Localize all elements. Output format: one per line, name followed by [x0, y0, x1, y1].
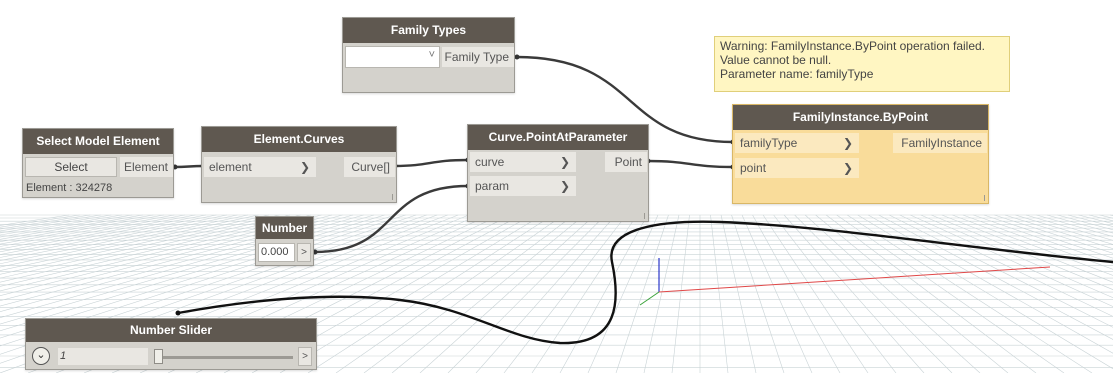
port-label: element — [209, 160, 252, 174]
output-port-element[interactable]: Element — [120, 157, 173, 177]
port-label: curve — [475, 155, 505, 169]
warning-line-3: Parameter name: familyType — [720, 67, 874, 81]
output-port-point[interactable]: Point — [605, 152, 647, 172]
node-title: Element.Curves — [202, 127, 396, 152]
warning-line-2: Value cannot be null. — [720, 53, 832, 67]
element-id-status: Element : 324278 — [26, 182, 113, 194]
node-curve-point-at-parameter[interactable]: Curve.PointAtParameter curve ❯ param ❯ P… — [467, 124, 649, 222]
chevron-right-icon: ❯ — [299, 160, 310, 174]
input-port-familytype[interactable]: familyType ❯ — [735, 133, 859, 153]
slider-thumb[interactable] — [154, 349, 163, 364]
port-label: familyType — [740, 136, 798, 150]
chevron-right-icon: ❯ — [842, 136, 853, 150]
chevron-down-icon: ˅ — [428, 49, 435, 61]
expand-icon[interactable]: ⌄ — [32, 347, 50, 365]
node-title: Family Types — [343, 18, 514, 43]
output-port-family-type[interactable]: Family Type — [442, 47, 514, 67]
node-element-curves[interactable]: Element.Curves element ❯ Curve[] — [201, 126, 397, 203]
node-number-slider[interactable]: Number Slider ⌄ 1 > — [25, 318, 317, 370]
model-curve-start-point — [175, 310, 181, 316]
node-title: Select Model Element — [23, 129, 173, 154]
graph-canvas[interactable]: Family Types ˅ Family Type Warning: Fami… — [0, 0, 1113, 373]
slider-track[interactable] — [158, 356, 293, 359]
node-title: Curve.PointAtParameter — [468, 125, 648, 150]
number-value-field[interactable]: 0.000 — [258, 243, 295, 262]
chevron-right-icon: ❯ — [842, 161, 853, 175]
node-number[interactable]: Number 0.000 > — [255, 216, 314, 266]
number-output-port[interactable]: > — [297, 243, 311, 262]
resize-handle[interactable] — [644, 213, 645, 219]
input-port-param[interactable]: param ❯ — [470, 176, 576, 196]
node-title: Number — [256, 217, 313, 239]
chevron-right-icon: ❯ — [559, 179, 570, 193]
node-family-instance-by-point[interactable]: FamilyInstance.ByPoint familyType ❯ poin… — [732, 104, 989, 204]
port-label: point — [740, 161, 767, 175]
wire-curves — [394, 158, 469, 168]
warning-line-1: Warning: FamilyInstance.ByPoint operatio… — [720, 39, 986, 53]
input-port-point[interactable]: point ❯ — [735, 158, 859, 178]
input-port-curve[interactable]: curve ❯ — [470, 152, 576, 172]
select-button[interactable]: Select — [25, 157, 117, 177]
family-type-dropdown[interactable]: ˅ — [345, 46, 440, 68]
wire-point — [647, 159, 734, 169]
resize-handle[interactable] — [392, 194, 393, 200]
output-port-curves[interactable]: Curve[] — [344, 157, 395, 177]
axis-y — [639, 291, 660, 306]
warning-tooltip: Warning: FamilyInstance.ByPoint operatio… — [714, 36, 1010, 92]
slider-output-port[interactable]: > — [298, 347, 312, 366]
wire-element — [174, 164, 204, 169]
slider-value-field[interactable]: 1 — [57, 347, 149, 366]
chevron-right-icon: ❯ — [559, 155, 570, 169]
node-title: Number Slider — [26, 319, 316, 342]
output-port-family-instance[interactable]: FamilyInstance — [893, 133, 987, 153]
node-select-model-element[interactable]: Select Model Element Select Element Elem… — [22, 128, 174, 198]
node-title: FamilyInstance.ByPoint — [733, 105, 988, 130]
resize-handle[interactable] — [984, 195, 985, 201]
node-family-types[interactable]: Family Types ˅ Family Type — [342, 17, 515, 93]
port-label: param — [475, 179, 510, 193]
input-port-element[interactable]: element ❯ — [204, 157, 316, 177]
